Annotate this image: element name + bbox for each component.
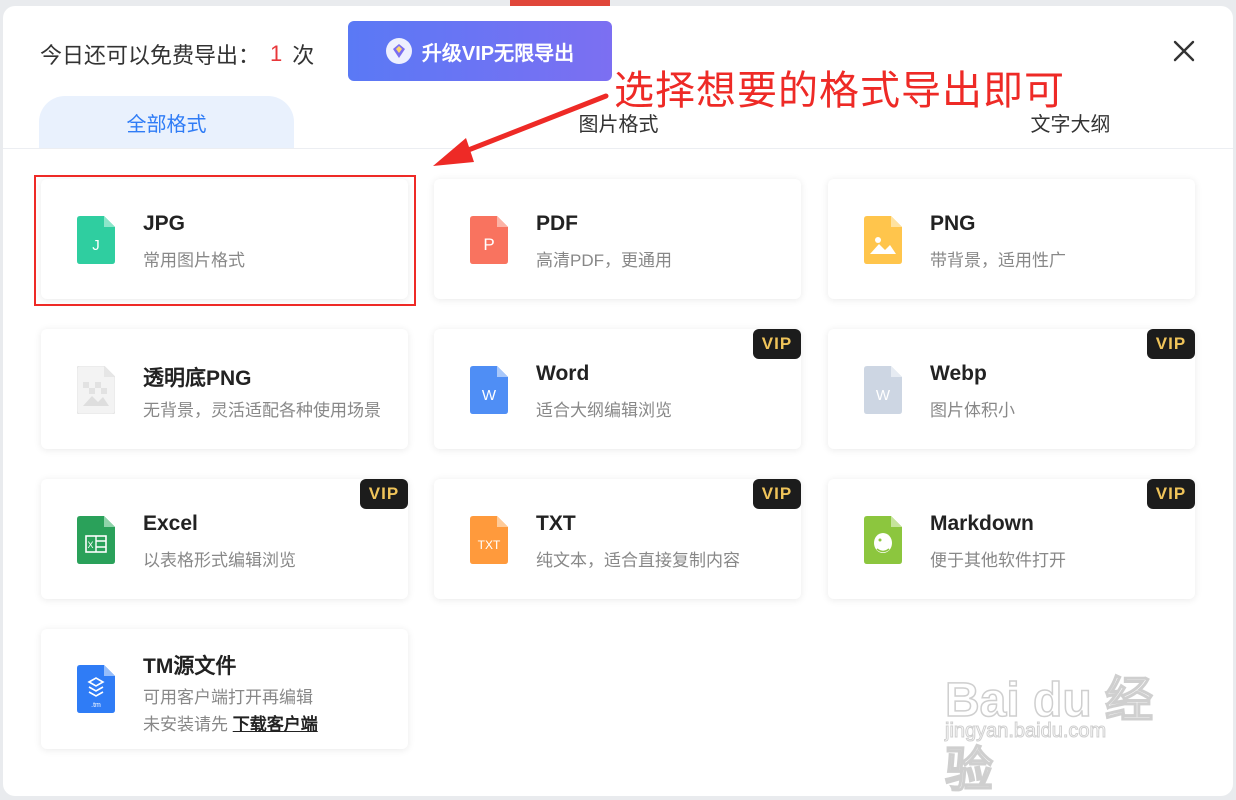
card-title: 透明底PNG: [143, 367, 252, 390]
vip-diamond-icon: [385, 38, 412, 64]
card-desc-install: 未安装请先 下载客户端: [143, 710, 318, 735]
close-icon[interactable]: [1171, 38, 1197, 64]
card-desc: 无背景，灵活适配各种使用场景: [143, 401, 381, 420]
card-title: PNG: [930, 212, 976, 235]
tab-label: 全部格式: [126, 113, 207, 136]
card-desc: 便于其他软件打开: [930, 551, 1066, 570]
format-card-webp[interactable]: VIP W Webp 图片体积小: [828, 329, 1195, 449]
card-title: PDF: [536, 212, 578, 235]
webp-file-icon: W: [864, 366, 902, 414]
transparent-png-file-icon: [77, 366, 115, 414]
format-card-transparent-png[interactable]: 透明底PNG 无背景，灵活适配各种使用场景: [41, 329, 408, 449]
format-card-tm[interactable]: .tm TM源文件 可用客户端打开再编辑 未安装请先 下载客户端: [41, 629, 408, 749]
card-title: Webp: [930, 362, 987, 385]
annotation-highlight-box: [34, 175, 416, 306]
format-card-word[interactable]: VIP W Word 适合大纲编辑浏览: [434, 329, 801, 449]
export-dialog: 今日还可以免费导出： 1 次 升级VIP无限导出 全部格式 图片格式 文字大纲 …: [3, 6, 1233, 796]
card-desc: 图片体积小: [930, 401, 1015, 420]
card-title: Word: [536, 362, 590, 385]
format-card-txt[interactable]: VIP TXT TXT 纯文本，适合直接复制内容: [434, 479, 801, 599]
excel-file-icon: X: [77, 516, 115, 564]
svg-text:W: W: [482, 387, 497, 404]
download-client-link[interactable]: 下载客户端: [233, 715, 318, 734]
svg-text:TXT: TXT: [478, 538, 501, 552]
word-file-icon: W: [470, 366, 508, 414]
card-title: Markdown: [930, 512, 1034, 535]
format-card-excel[interactable]: VIP X Excel 以表格形式编辑浏览: [41, 479, 408, 599]
pdf-file-icon: P: [470, 216, 508, 264]
tabs-divider: [3, 148, 1233, 149]
annotation-text: 选择想要的格式导出即可: [614, 68, 1065, 114]
card-desc: 纯文本，适合直接复制内容: [536, 551, 740, 570]
install-hint: 未安装请先: [143, 715, 228, 734]
tm-file-icon: .tm: [77, 665, 115, 713]
markdown-file-icon: [864, 516, 902, 564]
quota-count: 1: [270, 41, 283, 66]
quota-suffix: 次: [292, 43, 315, 68]
card-title: TXT: [536, 512, 576, 535]
upgrade-vip-button[interactable]: 升级VIP无限导出: [348, 21, 612, 81]
card-desc: 以表格形式编辑浏览: [143, 551, 296, 570]
format-card-png[interactable]: PNG 带背景，适用性广: [828, 179, 1195, 299]
svg-text:X: X: [87, 540, 93, 550]
txt-file-icon: TXT: [470, 516, 508, 564]
card-desc: 带背景，适用性广: [930, 251, 1066, 270]
export-quota: 今日还可以免费导出： 1 次: [40, 38, 314, 70]
format-card-pdf[interactable]: P PDF 高清PDF，更通用: [434, 179, 801, 299]
card-desc: 可用客户端打开再编辑: [143, 688, 313, 707]
upgrade-label: 升级VIP无限导出: [421, 42, 575, 65]
vip-badge: VIP: [753, 329, 801, 359]
svg-text:P: P: [483, 235, 494, 254]
vip-badge: VIP: [1147, 329, 1195, 359]
vip-badge: VIP: [753, 479, 801, 509]
png-file-icon: [864, 216, 902, 264]
card-desc: 适合大纲编辑浏览: [536, 401, 672, 420]
tab-all-formats[interactable]: 全部格式: [39, 96, 294, 148]
svg-text:W: W: [876, 387, 891, 404]
vip-badge: VIP: [360, 479, 408, 509]
card-desc: 高清PDF，更通用: [536, 251, 672, 270]
quota-prefix: 今日还可以免费导出：: [40, 43, 261, 68]
vip-badge: VIP: [1147, 479, 1195, 509]
format-card-markdown[interactable]: VIP Markdown 便于其他软件打开: [828, 479, 1195, 599]
svg-text:.tm: .tm: [91, 702, 101, 709]
card-title: Excel: [143, 512, 198, 535]
card-title: TM源文件: [143, 655, 237, 678]
